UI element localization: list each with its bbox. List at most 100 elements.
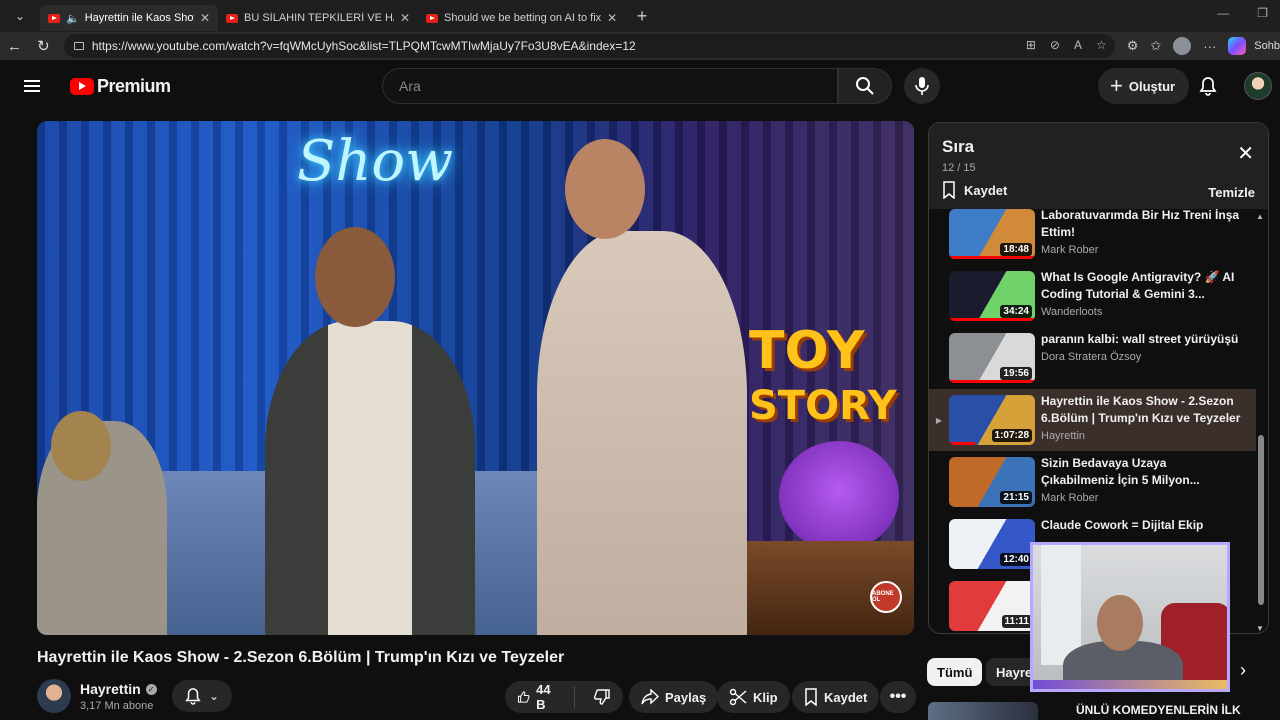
video-player[interactable]: Show TOY STORY ABONE OL bbox=[37, 121, 914, 635]
clear-queue-button[interactable]: Temizle bbox=[1208, 185, 1255, 200]
create-button[interactable]: + Oluştur bbox=[1098, 68, 1190, 104]
favorites-icon[interactable]: ✩ bbox=[1150, 38, 1161, 54]
queue-item-duration: 1:07:28 bbox=[991, 429, 1032, 442]
favorite-star-icon[interactable]: ☆ bbox=[1096, 38, 1107, 52]
queue-item-text: Hayrettin ile Kaos Show - 2.Sezon 6.Bölü… bbox=[1041, 393, 1241, 451]
queue-item[interactable]: 34:24 What Is Google Antigravity? 🚀 AI Co… bbox=[929, 265, 1256, 327]
now-playing-icon: ▶ bbox=[935, 415, 943, 425]
minimize-icon[interactable]: — bbox=[1217, 6, 1229, 20]
like-button[interactable]: 44 B bbox=[505, 681, 568, 713]
queue-item-thumbnail[interactable]: 11:11 bbox=[949, 581, 1035, 631]
watch-progress-bar bbox=[949, 256, 1035, 259]
copilot-icon[interactable] bbox=[1228, 37, 1247, 55]
copilot-label[interactable]: Sohb bbox=[1254, 40, 1280, 52]
bell-icon bbox=[185, 688, 201, 705]
browser-tab-1[interactable]: 🔈 Hayrettin ile Kaos Show - 2.Se ✕ bbox=[40, 5, 218, 31]
chevron-right-icon[interactable]: › bbox=[1240, 660, 1246, 681]
webcam-person-face bbox=[1097, 595, 1143, 651]
queue-item[interactable]: 19:56 paranın kalbi: wall street yürüyüşü… bbox=[929, 327, 1256, 389]
queue-scrollbar[interactable]: ▲ ▼ bbox=[1256, 209, 1266, 633]
queue-item-thumbnail[interactable]: 34:24 bbox=[949, 271, 1035, 321]
url-field[interactable]: https://www.youtube.com/watch?v=fqWMcUyh… bbox=[63, 34, 1115, 58]
browser-tab-3[interactable]: Should we be betting on AI to fix ✕ bbox=[418, 5, 628, 31]
scroll-down-icon[interactable]: ▼ bbox=[1256, 624, 1264, 633]
notifications-button[interactable] bbox=[1194, 72, 1222, 100]
browser-profile-icon[interactable] bbox=[1173, 37, 1192, 55]
app-available-icon[interactable]: ⊞ bbox=[1026, 38, 1036, 52]
clip-button[interactable]: Klip bbox=[717, 681, 790, 713]
host-man-head bbox=[565, 139, 645, 239]
like-dislike-group: 44 B bbox=[505, 681, 623, 713]
search-input[interactable]: Ara bbox=[382, 68, 838, 104]
reload-icon[interactable]: ↻ bbox=[29, 37, 58, 55]
more-options-icon[interactable]: ··· bbox=[1203, 39, 1216, 54]
close-queue-icon[interactable]: ✕ bbox=[1237, 141, 1254, 166]
queue-item-marker bbox=[929, 575, 949, 633]
dislike-button[interactable] bbox=[581, 681, 623, 713]
subscription-bell-button[interactable]: ⌄ bbox=[172, 680, 232, 712]
search-placeholder: Ara bbox=[399, 78, 421, 94]
queue-item-duration: 11:11 bbox=[1001, 615, 1032, 628]
tab-list-chevron-icon[interactable]: ⌄ bbox=[0, 0, 40, 32]
queue-item[interactable]: 18:48 Laboratuvarımda Bir Hız Treni İnşa … bbox=[929, 209, 1256, 265]
bookmark-icon bbox=[943, 181, 955, 199]
recommendation-title[interactable]: ÜNLÜ KOMEDYENLERİN İLK bbox=[1076, 703, 1241, 717]
read-aloud-icon[interactable]: A bbox=[1074, 38, 1082, 52]
queue-item-title: paranın kalbi: wall street yürüyüşü bbox=[1041, 332, 1239, 346]
queue-item-title: Hayrettin ile Kaos Show - 2.Sezon 6.Bölü… bbox=[1041, 394, 1241, 425]
youtube-logo[interactable]: Premium bbox=[70, 76, 171, 97]
queue-item[interactable]: ▶ 1:07:28 Hayrettin ile Kaos Show - 2.Sezo… bbox=[929, 389, 1256, 451]
share-arrow-icon bbox=[641, 689, 659, 705]
queue-item-thumbnail[interactable]: 18:48 bbox=[949, 209, 1035, 259]
queue-item-thumbnail[interactable]: 1:07:28 bbox=[949, 395, 1035, 445]
url-text: https://www.youtube.com/watch?v=fqWMcUyh… bbox=[91, 39, 636, 53]
recommendation-thumbnail[interactable] bbox=[928, 702, 1038, 720]
back-arrow-icon[interactable]: ← bbox=[0, 38, 29, 55]
channel-avatar[interactable] bbox=[37, 679, 71, 713]
save-queue-button[interactable]: Kaydet bbox=[942, 181, 1007, 199]
queue-item-title: What Is Google Antigravity? 🚀 AI Coding … bbox=[1041, 270, 1235, 301]
close-tab-icon[interactable]: ✕ bbox=[200, 11, 210, 25]
menu-hamburger-icon[interactable] bbox=[8, 85, 56, 87]
channel-name[interactable]: Hayrettin ✓ bbox=[80, 681, 157, 697]
tracking-prevention-icon[interactable]: ⊘ bbox=[1050, 38, 1060, 52]
queue-item-marker bbox=[929, 209, 949, 265]
youtube-logo-icon bbox=[70, 77, 94, 95]
extensions-icon[interactable]: ⚙ bbox=[1127, 38, 1139, 54]
verified-check-icon: ✓ bbox=[145, 683, 157, 695]
queue-scroll-thumb[interactable] bbox=[1258, 435, 1264, 605]
queue-item[interactable]: 21:15 Sizin Bedavaya Uzaya Çıkabilmeniz İ… bbox=[929, 451, 1256, 513]
share-button[interactable]: Paylaş bbox=[629, 681, 719, 713]
chip-all[interactable]: Tümü bbox=[927, 658, 983, 686]
browser-toolbar-right: ⚙ ✩ ··· Sohb bbox=[1127, 37, 1280, 55]
voice-search-button[interactable] bbox=[904, 68, 940, 104]
scroll-up-icon[interactable]: ▲ bbox=[1256, 212, 1264, 221]
queue-item-thumbnail[interactable]: 12:40 bbox=[949, 519, 1035, 569]
queue-item-channel: Wanderloots bbox=[1041, 306, 1103, 318]
subscribe-watermark[interactable]: ABONE OL bbox=[870, 581, 902, 613]
queue-item-thumbnail[interactable]: 21:15 bbox=[949, 457, 1035, 507]
purple-dragon-figure bbox=[779, 441, 899, 551]
more-actions-button[interactable]: ••• bbox=[880, 681, 916, 713]
youtube-favicon-icon bbox=[426, 13, 438, 23]
account-avatar[interactable] bbox=[1244, 72, 1272, 100]
site-info-icon[interactable] bbox=[73, 42, 84, 50]
queue-item-duration: 34:24 bbox=[1000, 305, 1032, 318]
youtube-favicon-icon bbox=[226, 13, 238, 23]
close-tab-icon[interactable]: ✕ bbox=[607, 11, 617, 25]
queue-item-marker bbox=[929, 265, 949, 327]
queue-item-thumbnail[interactable]: 19:56 bbox=[949, 333, 1035, 383]
browser-tab-2[interactable]: BU SİLAHIN TEPKİLERİ VE HASARI ✕ bbox=[218, 5, 418, 31]
new-tab-icon[interactable]: + bbox=[628, 6, 656, 27]
search-button[interactable] bbox=[838, 68, 892, 104]
queue-item-channel: Mark Rober bbox=[1041, 492, 1099, 504]
speaker-icon[interactable]: 🔈 bbox=[66, 12, 80, 25]
queue-item-text: What Is Google Antigravity? 🚀 AI Coding … bbox=[1041, 269, 1241, 327]
close-tab-icon[interactable]: ✕ bbox=[400, 11, 410, 25]
window-controls: — ❐ bbox=[1217, 6, 1268, 20]
queue-item-duration: 21:15 bbox=[1000, 491, 1032, 504]
maximize-icon[interactable]: ❐ bbox=[1257, 6, 1268, 20]
queue-item-channel: Mark Rober bbox=[1041, 244, 1099, 256]
thumbs-down-icon bbox=[593, 689, 610, 705]
save-button[interactable]: Kaydet bbox=[792, 681, 880, 713]
